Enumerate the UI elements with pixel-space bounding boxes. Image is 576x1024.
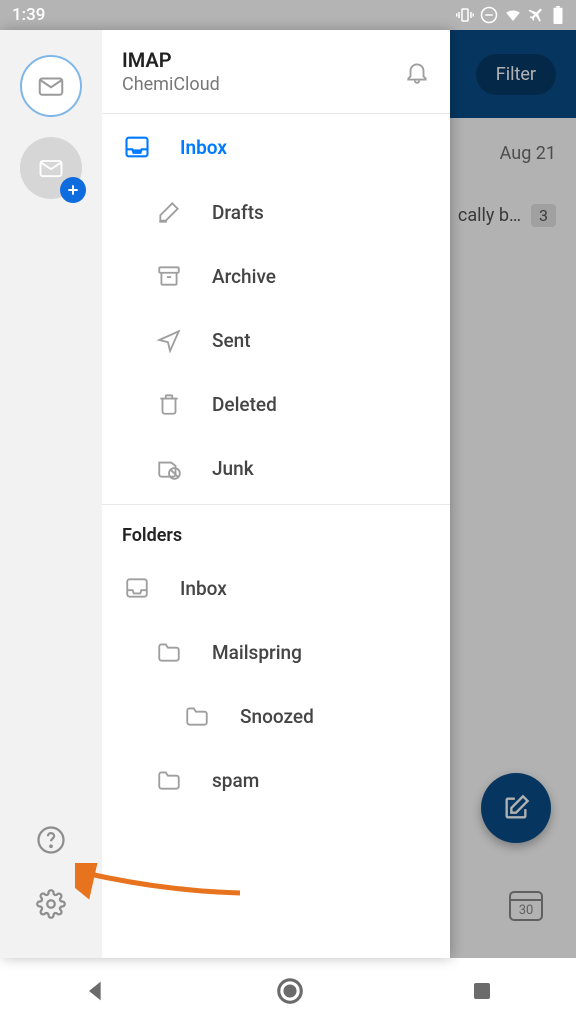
subfolder-spam[interactable]: spam <box>102 748 450 812</box>
folder-icon <box>156 767 182 793</box>
folder-label: spam <box>212 769 259 792</box>
subfolder-mailspring[interactable]: Mailspring <box>102 620 450 684</box>
status-icons <box>456 6 564 24</box>
recents-button[interactable] <box>470 979 494 1003</box>
folder-icon <box>156 639 182 665</box>
folder-archive[interactable]: Archive <box>102 244 450 308</box>
folder-junk[interactable]: Junk <box>102 436 450 500</box>
folder-icon <box>184 703 210 729</box>
folder-label: Snoozed <box>240 705 314 728</box>
help-button[interactable] <box>36 825 66 859</box>
sent-icon <box>156 327 182 353</box>
folder-label: Junk <box>212 457 254 480</box>
envelope-icon <box>36 71 66 101</box>
message-count-badge: 3 <box>531 204 556 227</box>
folder-label: Drafts <box>212 201 264 224</box>
trash-icon <box>156 391 182 417</box>
archive-icon <box>156 263 182 289</box>
account-name: ChemiCloud <box>122 74 220 95</box>
dnd-icon <box>480 6 498 24</box>
back-button[interactable] <box>82 977 110 1005</box>
folder-label: Deleted <box>212 393 277 416</box>
folder-drafts[interactable]: Drafts <box>102 180 450 244</box>
drawer: IMAP ChemiCloud Inbox Drafts Archive Sen… <box>0 30 450 958</box>
folder-label: Sent <box>212 329 251 352</box>
compose-button[interactable] <box>481 773 551 843</box>
drawer-main: IMAP ChemiCloud Inbox Drafts Archive Sen… <box>102 30 450 958</box>
drawer-rail <box>0 30 102 958</box>
android-nav-bar <box>0 958 576 1024</box>
account-avatar-active[interactable] <box>20 55 82 117</box>
envelope-icon <box>37 154 65 182</box>
folder-label: Mailspring <box>212 641 302 664</box>
add-account-button[interactable] <box>20 137 82 199</box>
folder-label: Inbox <box>180 136 227 159</box>
plus-badge <box>60 177 86 203</box>
inbox-icon <box>123 133 151 161</box>
bell-icon[interactable] <box>404 59 430 85</box>
status-bar: 1:39 <box>0 0 576 30</box>
account-header[interactable]: IMAP ChemiCloud <box>102 30 450 114</box>
gear-icon <box>36 889 66 919</box>
subfolder-inbox[interactable]: Inbox <box>102 556 450 620</box>
folder-label: Inbox <box>180 577 227 600</box>
compose-icon <box>502 794 530 822</box>
home-button[interactable] <box>275 976 305 1006</box>
folder-inbox[interactable]: Inbox <box>102 114 450 180</box>
wifi-icon <box>504 6 522 24</box>
vibrate-icon <box>456 6 474 24</box>
battery-icon <box>552 6 564 24</box>
message-snippet: cally b… <box>458 205 521 226</box>
folder-deleted[interactable]: Deleted <box>102 372 450 436</box>
filter-button[interactable]: Filter <box>476 54 556 95</box>
help-icon <box>36 825 66 855</box>
calendar-button[interactable]: 30 <box>506 884 546 928</box>
folder-label: Archive <box>212 265 276 288</box>
svg-text:30: 30 <box>519 903 534 918</box>
inbox-icon <box>124 575 150 601</box>
status-time: 1:39 <box>12 5 45 25</box>
junk-icon <box>156 455 182 481</box>
account-type: IMAP <box>122 48 220 72</box>
settings-button[interactable] <box>36 889 66 923</box>
airplane-icon <box>528 6 546 24</box>
folder-sent[interactable]: Sent <box>102 308 450 372</box>
drafts-icon <box>156 199 182 225</box>
subfolder-snoozed[interactable]: Snoozed <box>102 684 450 748</box>
plus-icon <box>65 182 81 198</box>
folders-section-title: Folders <box>102 505 450 556</box>
